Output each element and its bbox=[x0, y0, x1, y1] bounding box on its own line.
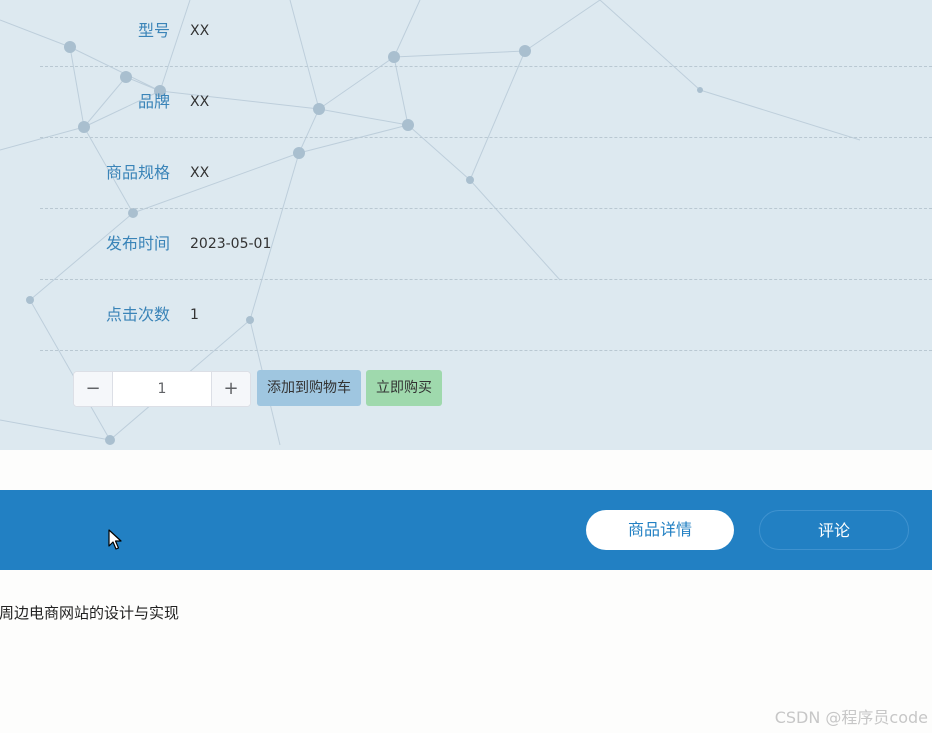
spec-value: XX bbox=[190, 23, 210, 39]
spec-label: 点击次数 bbox=[105, 305, 170, 324]
quantity-input[interactable]: 1 bbox=[113, 372, 211, 406]
spec-value: XX bbox=[190, 165, 210, 181]
tab-product-details[interactable]: 商品详情 bbox=[586, 510, 734, 550]
spec-label: 品牌 bbox=[137, 92, 170, 111]
quantity-stepper[interactable]: − 1 + bbox=[73, 371, 251, 407]
decrease-quantity-button[interactable]: − bbox=[74, 372, 113, 406]
buy-now-button[interactable]: 立即购买 bbox=[366, 370, 442, 406]
product-description: 周边电商网站的设计与实现 bbox=[0, 604, 179, 622]
spec-value: 2023-05-01 bbox=[190, 236, 272, 252]
spec-row-specification: 商品规格 XX bbox=[40, 138, 932, 209]
spec-row-brand: 品牌 XX bbox=[40, 67, 932, 138]
product-detail-panel: 型号 XX 品牌 XX 商品规格 XX 发布时间 2023-05-01 点击次数… bbox=[0, 0, 932, 450]
tab-bar: 商品详情 评论 bbox=[0, 490, 932, 570]
spec-row-click-count: 点击次数 1 bbox=[40, 280, 932, 351]
spec-label: 发布时间 bbox=[105, 234, 170, 253]
spec-label: 型号 bbox=[137, 21, 170, 40]
increase-quantity-button[interactable]: + bbox=[211, 372, 250, 406]
spec-row-model: 型号 XX bbox=[40, 0, 932, 67]
spec-value: 1 bbox=[190, 307, 199, 323]
add-to-cart-button[interactable]: 添加到购物车 bbox=[257, 370, 361, 406]
arrow-cursor-icon bbox=[108, 529, 122, 550]
watermark: CSDN @程序员code bbox=[774, 708, 928, 727]
spec-row-publish-date: 发布时间 2023-05-01 bbox=[40, 209, 932, 280]
spec-value: XX bbox=[190, 94, 210, 110]
tab-comments[interactable]: 评论 bbox=[759, 510, 909, 550]
spec-label: 商品规格 bbox=[105, 163, 170, 182]
